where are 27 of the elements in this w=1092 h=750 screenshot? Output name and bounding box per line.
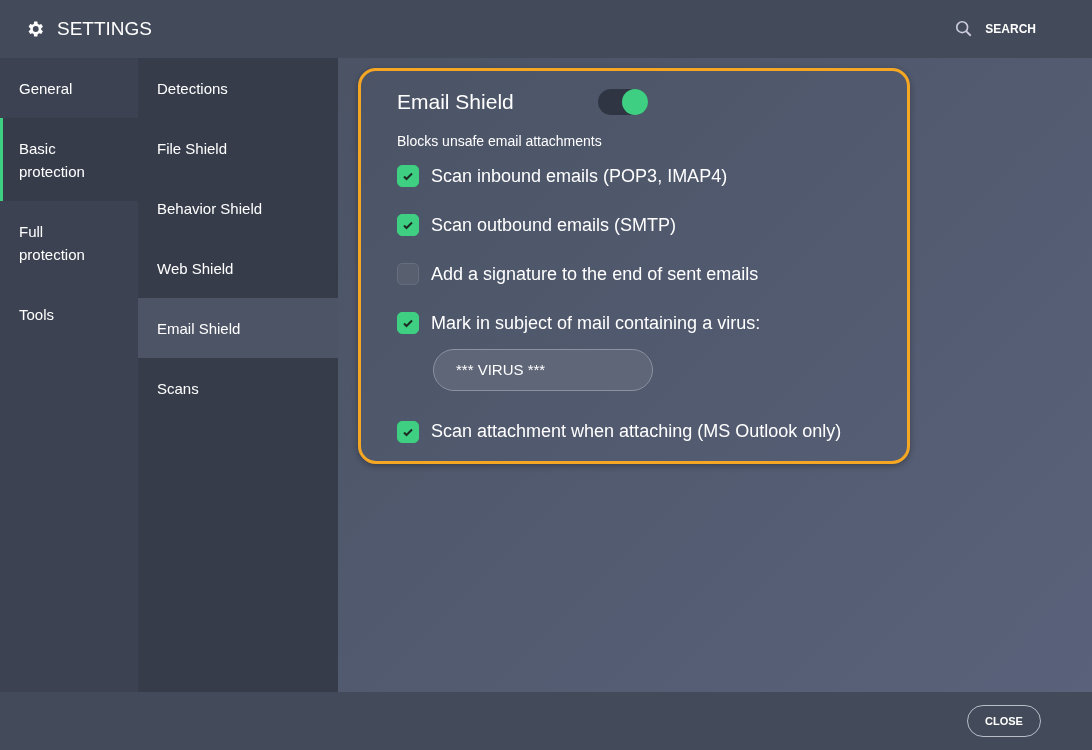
subcategory-item[interactable]: Detections — [138, 58, 338, 118]
checkbox[interactable] — [397, 263, 419, 285]
checkmark-icon — [402, 219, 414, 231]
checkmark-icon — [402, 317, 414, 329]
option-label: Mark in subject of mail containing a virus: — [431, 312, 761, 334]
checkbox[interactable] — [397, 420, 419, 443]
checkbox[interactable] — [397, 165, 419, 187]
subcategory-item[interactable]: Scans — [138, 358, 338, 418]
subcategory-item[interactable]: Web Shield — [138, 238, 338, 298]
option-label: Scan inbound emails (POP3, IMAP4) — [431, 165, 728, 187]
option-label: Scan attachment when attaching (MS Outlook only) — [431, 421, 842, 442]
search-button[interactable]: SEARCH — [955, 20, 1036, 38]
subcategory-item[interactable]: File Shield — [138, 118, 338, 178]
option-label: Scan outbound emails (SMTP) — [431, 214, 677, 236]
checkbox[interactable] — [397, 312, 419, 334]
settings-title: SETTINGS — [57, 18, 152, 40]
search-icon — [955, 20, 974, 38]
checkbox[interactable] — [397, 214, 419, 236]
panel-description: Blocks unsafe email attachments — [397, 133, 603, 149]
category-item[interactable]: Basic protection — [0, 118, 138, 201]
option-label: Add a signature to the end of sent emails — [431, 263, 759, 285]
subject-mark-field[interactable]: *** VIRUS *** — [433, 348, 653, 391]
toggle-switch[interactable] — [597, 89, 648, 115]
panel-title: Email Shield — [397, 90, 514, 114]
subcategory-item[interactable]: Email Shield — [138, 298, 338, 358]
checkmark-icon — [402, 170, 414, 182]
subcategory-item[interactable]: Behavior Shield — [138, 178, 338, 238]
